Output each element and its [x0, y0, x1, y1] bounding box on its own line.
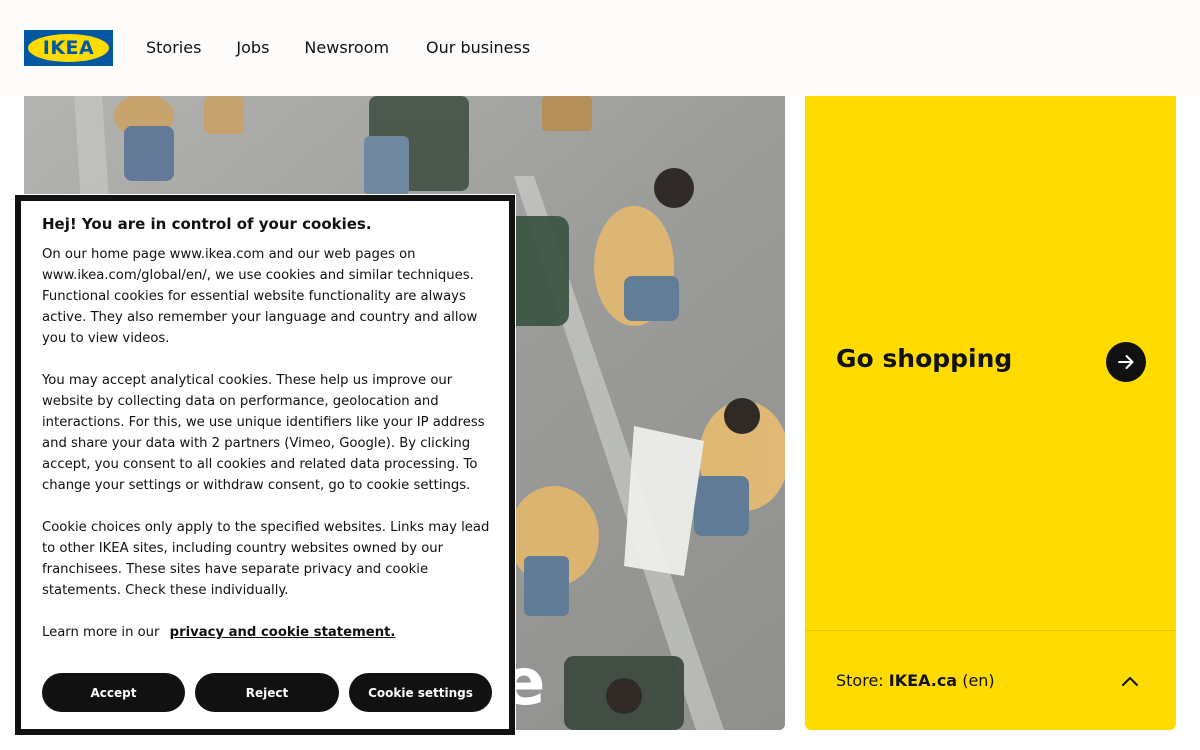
nav-our-business[interactable]: Our business: [426, 36, 530, 60]
cookie-settings-button[interactable]: Cookie settings: [349, 673, 492, 712]
cookie-consent-dialog: Hej! You are in control of your cookies.…: [14, 194, 516, 736]
arrow-right-icon[interactable]: [1106, 342, 1146, 382]
cookie-paragraph-2: You may accept analytical cookies. These…: [42, 373, 485, 493]
store-label: Store:: [836, 671, 884, 690]
accept-button[interactable]: Accept: [42, 673, 185, 712]
privacy-statement-link[interactable]: privacy and cookie statement.: [170, 625, 396, 640]
reject-button[interactable]: Reject: [195, 673, 339, 712]
cookie-paragraph-1: On our home page www.ikea.com and our we…: [42, 247, 478, 346]
store-name: IKEA.ca: [888, 671, 958, 690]
store-language: (en): [962, 671, 995, 690]
go-shopping-card[interactable]: Go shopping Store: IKEA.ca (en): [805, 96, 1176, 730]
nav-jobs[interactable]: Jobs: [236, 36, 269, 60]
logo-oval: IKEA: [28, 34, 109, 62]
nav-stories[interactable]: Stories: [146, 36, 201, 60]
cookie-dialog-title: Hej! You are in control of your cookies.: [42, 215, 372, 233]
nav-newsroom[interactable]: Newsroom: [304, 36, 389, 60]
site-header: IKEA Stories Jobs Newsroom Our business: [0, 0, 1200, 96]
chevron-up-icon[interactable]: [1118, 670, 1142, 692]
ikea-logo[interactable]: IKEA: [24, 30, 113, 66]
main-nav: Stories Jobs Newsroom Our business: [146, 36, 565, 60]
cookie-paragraph-3: Cookie choices only apply to the specifi…: [42, 520, 490, 598]
learn-more-text: Learn more in our: [42, 625, 160, 640]
go-shopping-title: Go shopping: [836, 344, 1013, 373]
logo-text: IKEA: [42, 36, 95, 59]
card-divider: [805, 630, 1176, 631]
store-selector[interactable]: Store: IKEA.ca (en): [836, 670, 995, 692]
cookie-learn-more: Learn more in our privacy and cookie sta…: [42, 622, 395, 643]
